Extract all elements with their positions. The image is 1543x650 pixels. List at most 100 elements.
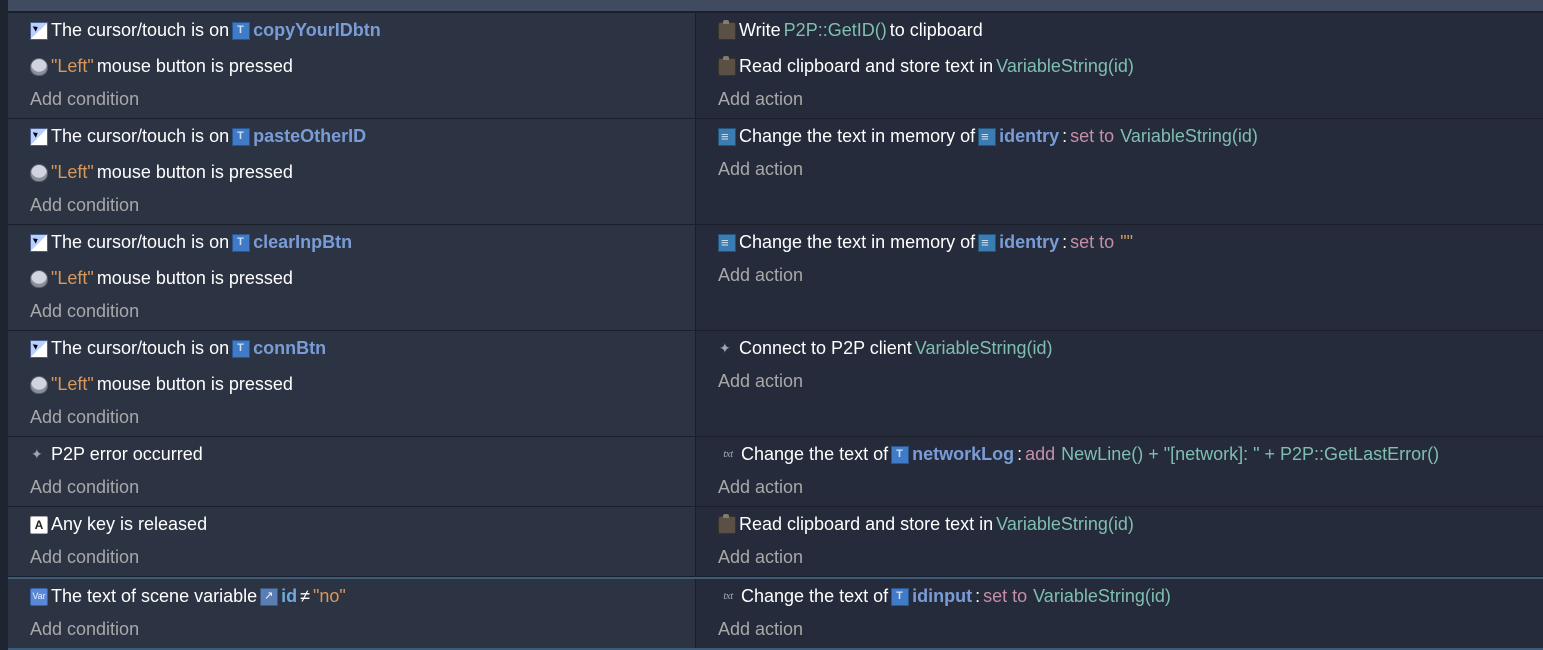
condition-line[interactable]: Any key is released xyxy=(8,507,695,543)
event-row[interactable]: The cursor/touch is on pasteOtherID"Left… xyxy=(8,119,1543,225)
condition-line[interactable]: The text of scene variable id ≠ "no" xyxy=(8,579,695,615)
action-text: Change the text in memory of xyxy=(739,123,975,151)
text-entry-icon xyxy=(718,128,736,146)
object-icon xyxy=(232,340,250,358)
condition-line[interactable]: The cursor/touch is on connBtn xyxy=(8,331,695,367)
compare-value: "no" xyxy=(313,583,346,611)
action-line[interactable]: Write P2P::GetID() to clipboard xyxy=(696,13,1543,49)
condition-line[interactable]: P2P error occurred xyxy=(8,437,695,473)
clipboard-icon xyxy=(718,516,736,534)
conditions-column: The cursor/touch is on connBtn"Left" mou… xyxy=(8,331,696,436)
mouse-icon xyxy=(30,376,48,394)
clipboard-icon xyxy=(718,58,736,76)
condition-line[interactable]: The cursor/touch is on pasteOtherID xyxy=(8,119,695,155)
add-action-link[interactable]: Add action xyxy=(696,543,1543,576)
condition-line[interactable]: "Left" mouse button is pressed xyxy=(8,49,695,85)
object-icon xyxy=(232,234,250,252)
object-ref: identry xyxy=(999,123,1059,151)
colon: : xyxy=(1062,123,1067,151)
conditions-column: The cursor/touch is on clearInpBtn"Left"… xyxy=(8,225,696,330)
keyboard-icon xyxy=(30,516,48,534)
mouse-icon xyxy=(30,270,48,288)
expression: P2P::GetID() xyxy=(784,17,887,45)
condition-text: The text of scene variable xyxy=(51,583,257,611)
condition-text: Any key is released xyxy=(51,511,207,539)
event-row[interactable]: The text of scene variable id ≠ "no"Add … xyxy=(8,577,1543,650)
add-action-link[interactable]: Add action xyxy=(696,473,1543,506)
operator: set to xyxy=(1070,229,1114,257)
object-icon xyxy=(891,446,909,464)
conditions-column: Any key is released Add condition xyxy=(8,507,696,576)
cursor-icon xyxy=(30,22,48,40)
variable-icon xyxy=(30,588,48,606)
action-line[interactable]: Read clipboard and store text in Variabl… xyxy=(696,49,1543,85)
mouse-button-param: "Left" xyxy=(51,371,94,399)
action-line[interactable]: Change the text of networkLog: add NewLi… xyxy=(696,437,1543,473)
event-row-partial xyxy=(8,0,1543,12)
action-text: Read clipboard and store text in xyxy=(739,511,993,539)
object-icon xyxy=(232,128,250,146)
object-icon xyxy=(891,588,909,606)
add-condition-link[interactable]: Add condition xyxy=(8,403,695,436)
conditions-column: The cursor/touch is on copyYourIDbtn"Lef… xyxy=(8,13,696,118)
add-condition-link[interactable]: Add condition xyxy=(8,473,695,506)
condition-line[interactable]: "Left" mouse button is pressed xyxy=(8,367,695,403)
action-text: to clipboard xyxy=(890,17,983,45)
condition-text: The cursor/touch is on xyxy=(51,17,229,45)
operator: add xyxy=(1025,441,1055,469)
event-row[interactable]: P2P error occurredAdd conditionChange th… xyxy=(8,437,1543,507)
conditions-column: P2P error occurred Add condition xyxy=(8,437,696,506)
action-line[interactable]: Change the text in memory of identry: se… xyxy=(696,119,1543,155)
add-condition-link[interactable]: Add condition xyxy=(8,297,695,330)
event-row[interactable]: The cursor/touch is on connBtn"Left" mou… xyxy=(8,331,1543,437)
text-icon xyxy=(718,446,738,464)
action-text: Read clipboard and store text in xyxy=(739,53,993,81)
add-action-link[interactable]: Add action xyxy=(696,155,1543,188)
add-action-link[interactable]: Add action xyxy=(696,261,1543,294)
condition-line[interactable]: The cursor/touch is on copyYourIDbtn xyxy=(8,13,695,49)
condition-line[interactable]: The cursor/touch is on clearInpBtn xyxy=(8,225,695,261)
object-ref: clearInpBtn xyxy=(253,229,352,257)
expression: NewLine() + "[network]: " + P2P::GetLast… xyxy=(1061,441,1439,469)
scene-variable-icon xyxy=(260,588,278,606)
condition-text: The cursor/touch is on xyxy=(51,335,229,363)
add-condition-link[interactable]: Add condition xyxy=(8,85,695,118)
event-row[interactable]: Any key is releasedAdd conditionRead cli… xyxy=(8,507,1543,577)
event-row[interactable]: The cursor/touch is on copyYourIDbtn"Lef… xyxy=(8,12,1543,119)
condition-line[interactable]: "Left" mouse button is pressed xyxy=(8,261,695,297)
conditions-column: The cursor/touch is on pasteOtherID"Left… xyxy=(8,119,696,224)
actions-column: Change the text in memory of identry: se… xyxy=(696,225,1543,330)
action-line[interactable]: Change the text in memory of identry: se… xyxy=(696,225,1543,261)
action-line[interactable]: Connect to P2P client VariableString(id) xyxy=(696,331,1543,367)
clipboard-icon xyxy=(718,22,736,40)
network-icon xyxy=(30,446,48,464)
object-ref: idinput xyxy=(912,583,972,611)
object-icon xyxy=(978,234,996,252)
action-line[interactable]: Change the text of idinput: set to Varia… xyxy=(696,579,1543,615)
variable-ref: id xyxy=(281,583,297,611)
colon: : xyxy=(975,583,980,611)
operator: set to xyxy=(983,583,1027,611)
add-action-link[interactable]: Add action xyxy=(696,367,1543,400)
operator: set to xyxy=(1070,123,1114,151)
condition-text: P2P error occurred xyxy=(51,441,203,469)
add-action-link[interactable]: Add action xyxy=(696,615,1543,648)
conditions-column: The text of scene variable id ≠ "no"Add … xyxy=(8,579,696,648)
actions-column: Write P2P::GetID() to clipboardRead clip… xyxy=(696,13,1543,118)
action-text: Change the text of xyxy=(741,441,888,469)
actions-column: Change the text of idinput: set to Varia… xyxy=(696,579,1543,648)
object-icon xyxy=(232,22,250,40)
condition-line[interactable]: "Left" mouse button is pressed xyxy=(8,155,695,191)
action-line[interactable]: Read clipboard and store text in Variabl… xyxy=(696,507,1543,543)
event-row[interactable]: The cursor/touch is on clearInpBtn"Left"… xyxy=(8,225,1543,331)
object-ref: pasteOtherID xyxy=(253,123,366,151)
add-action-link[interactable]: Add action xyxy=(696,85,1543,118)
text-icon xyxy=(718,588,738,606)
add-condition-link[interactable]: Add condition xyxy=(8,543,695,576)
cursor-icon xyxy=(30,234,48,252)
add-condition-link[interactable]: Add condition xyxy=(8,191,695,224)
operator: ≠ xyxy=(300,583,310,611)
action-text: Write xyxy=(739,17,781,45)
expression: VariableString(id) xyxy=(915,335,1053,363)
add-condition-link[interactable]: Add condition xyxy=(8,615,695,648)
